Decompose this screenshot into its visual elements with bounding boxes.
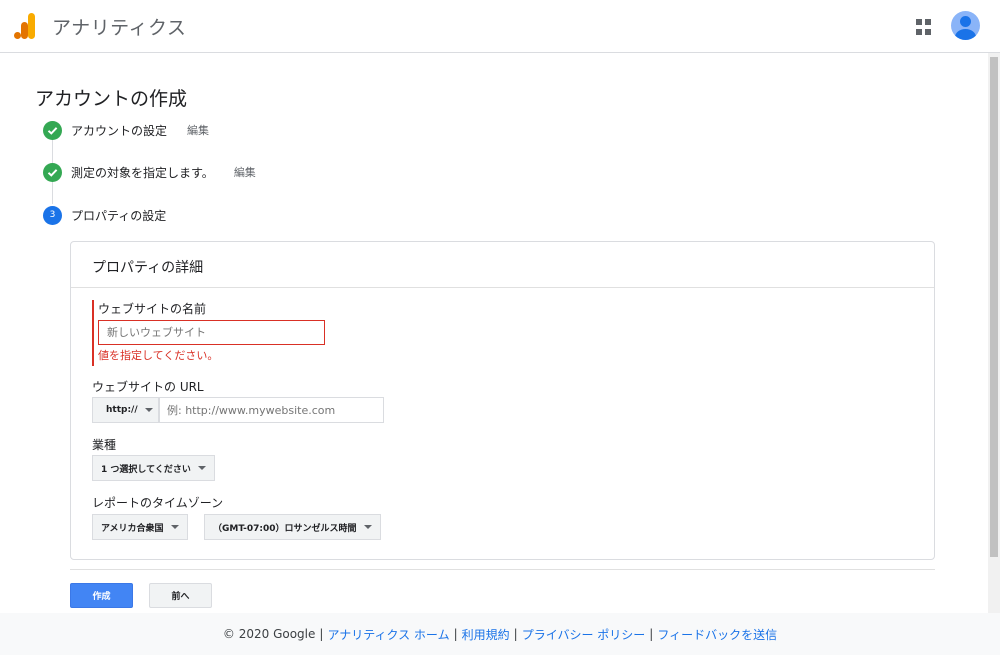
protocol-value: http:// [106,405,138,415]
step-label: 測定の対象を指定します。 [71,165,214,180]
step-label: アカウントの設定 [71,123,168,138]
step-label: プロパティの設定 [71,208,167,223]
create-button[interactable]: 作成 [70,583,133,608]
website-name-input[interactable] [98,320,325,345]
footer-link-privacy[interactable]: プライバシー ポリシー [522,626,646,643]
footer-link-terms[interactable]: 利用規約 [462,626,510,643]
card-divider [71,287,934,288]
footer-separator: | [513,627,518,641]
chevron-down-icon [170,525,179,529]
page-scrollbar[interactable] [988,53,1000,613]
industry-select[interactable]: 1 つ選択してください [92,455,215,481]
back-button[interactable]: 前へ [149,583,212,608]
timezone-select[interactable]: （GMT-07:00）ロサンゼルス時間 [204,514,381,540]
footer-link-analytics-home[interactable]: アナリティクス ホーム [327,626,449,643]
chevron-down-icon [144,408,153,412]
protocol-select[interactable]: http:// [92,397,159,423]
website-url-input[interactable] [159,397,384,423]
footer-separator: | [649,627,654,641]
country-value: アメリカ合衆国 [101,523,164,534]
check-icon [43,162,62,182]
card-title: プロパティの詳細 [92,260,204,276]
property-details-card: プロパティの詳細 ウェブサイトの名前 値を指定してください。 ウェブサイトの U… [70,241,935,560]
scrollbar-thumb[interactable] [990,57,998,557]
app-header: アナリティクス [0,0,1000,53]
actions-divider [70,569,935,570]
website-name-error: 値を指定してください。 [98,349,219,362]
timezone-value: （GMT-07:00）ロサンゼルス時間 [213,523,357,534]
check-icon [43,120,62,140]
industry-value: 1 つ選択してください [101,464,191,475]
chevron-down-icon [363,525,372,529]
app-title: アナリティクス [52,17,187,39]
page-footer: © 2020 Google | アナリティクス ホーム | 利用規約 | プライ… [0,613,1000,655]
step-measurement-target: 測定の対象を指定します。 編集 [43,162,256,182]
website-url-label: ウェブサイトの URL [92,380,204,394]
error-indicator-bar [92,300,94,366]
footer-link-feedback[interactable]: フィードバックを送信 [657,626,777,643]
step-property-settings: 3 プロパティの設定 [43,205,166,225]
page-title: アカウントの作成 [35,88,188,110]
industry-label: 業種 [92,438,117,452]
website-name-label: ウェブサイトの名前 [98,302,207,316]
timezone-label: レポートのタイムゾーン [92,496,224,510]
step-number-badge: 3 [43,205,62,225]
footer-separator: | [319,627,324,641]
chevron-down-icon [197,466,206,470]
apps-grid-icon[interactable] [916,19,932,35]
footer-separator: | [453,627,458,641]
step-edit-link[interactable]: 編集 [187,122,209,138]
step-account-settings: アカウントの設定 編集 [43,120,209,140]
step-edit-link[interactable]: 編集 [234,164,256,180]
account-avatar-icon[interactable] [951,11,980,40]
country-select[interactable]: アメリカ合衆国 [92,514,188,540]
analytics-logo-icon[interactable] [14,13,36,39]
footer-copyright: © 2020 Google [222,627,316,641]
